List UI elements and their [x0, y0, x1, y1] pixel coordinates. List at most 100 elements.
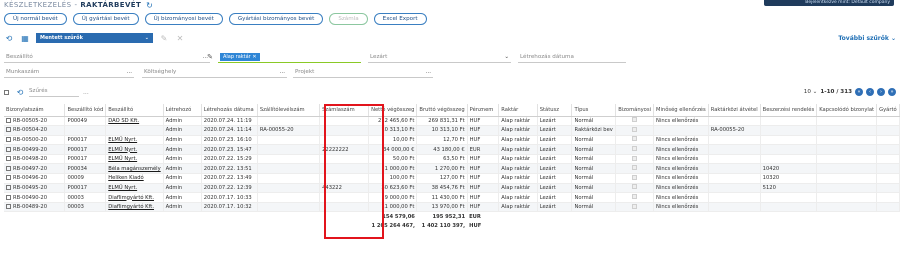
column-header[interactable]: Típus: [571, 104, 617, 117]
supplier-link[interactable]: Heliken Kiadó: [105, 173, 164, 184]
column-header[interactable]: Létrehozás dátuma: [201, 104, 258, 117]
row-checkbox[interactable]: [6, 204, 11, 210]
created-date-filter[interactable]: Létrehozás dátuma: [518, 52, 626, 63]
row-checkbox[interactable]: [6, 146, 11, 152]
doc-number: RB-00489-20: [13, 204, 48, 211]
total-cell: [106, 222, 163, 232]
excel-export-button[interactable]: Excel Export: [373, 13, 427, 25]
row-checkbox[interactable]: [6, 165, 11, 171]
page-size-select[interactable]: 10 ⌄: [804, 89, 818, 95]
supplier-link[interactable]: ELMŰ Nyrt.: [105, 135, 164, 146]
supplier-link[interactable]: DAO SD Kft.: [105, 116, 164, 127]
total-currency: HUF: [469, 223, 482, 230]
supplier-link[interactable]: ELMŰ Nyrt.: [105, 154, 164, 165]
table-row[interactable]: RB-00498-20 P00017 ELMŰ Nyrt. Admin 2020.07.…: [4, 154, 900, 165]
new-normal-receipt-button[interactable]: Új normál bevét: [4, 13, 67, 25]
supplier-link[interactable]: Béla magánszemély: [105, 163, 164, 175]
column-header[interactable]: Bizományosi: [615, 104, 654, 117]
supplier-link[interactable]: Diaflimgyártó Kft.: [105, 192, 164, 203]
prev-page-button[interactable]: ‹: [866, 88, 874, 96]
invoice-button[interactable]: Számla: [329, 13, 368, 25]
column-header[interactable]: Beszállító kód: [64, 104, 107, 117]
table-row[interactable]: RB-00490-20 00003 Diaflimgyártó Kft. Admin 2…: [4, 192, 900, 203]
cell-code: P00017: [64, 183, 107, 194]
row-checkbox[interactable]: [6, 136, 11, 142]
column-header[interactable]: Gyártó: [876, 104, 900, 117]
delete-filter-icon[interactable]: ✕: [175, 33, 185, 43]
table-row[interactable]: RB-00505-20 P00049 DAO SD Kft. Admin 2020.07…: [4, 116, 900, 127]
total-cell: [572, 222, 616, 232]
row-checkbox[interactable]: [6, 184, 11, 190]
edit-icon[interactable]: ✎: [205, 52, 215, 62]
cell-invoice: [319, 202, 370, 213]
row-checkbox[interactable]: [6, 175, 11, 181]
supplier-link[interactable]: Diaflimgyártó Kft.: [105, 202, 164, 213]
column-header[interactable]: Beszállító: [105, 104, 164, 117]
saved-filters-select[interactable]: Mentett szűrők ⌄: [36, 33, 153, 43]
column-header[interactable]: Szállítólevélszám: [257, 104, 321, 117]
table-row[interactable]: RB-00499-20 P00017 ELMŰ Nyrt. Admin 2020.07.…: [4, 144, 900, 155]
column-header[interactable]: Státusz: [537, 104, 573, 117]
supplier-link[interactable]: ELMŰ Nyrt.: [105, 144, 164, 155]
warehouse-tag[interactable]: Alap raktár ✕: [220, 53, 260, 61]
cell-status: Lezárt: [537, 144, 573, 155]
column-header[interactable]: Pénznem: [467, 104, 500, 117]
table-row[interactable]: RB-00495-20 P00017 ELMŰ Nyrt. Admin 2020.07.…: [4, 183, 900, 194]
supplier-link[interactable]: ELMŰ Nyrt.: [105, 183, 164, 194]
calendar-icon[interactable]: ▦: [20, 33, 30, 43]
column-header[interactable]: Minőség ellenőrzés: [653, 104, 709, 117]
column-header[interactable]: Számlaszám: [319, 104, 370, 117]
column-header[interactable]: Beszerzési rendelés: [760, 104, 818, 117]
production-commission-receipt-button[interactable]: Gyártási bizományos bevét: [228, 13, 324, 25]
grid-search-input[interactable]: Szűrés: [29, 88, 79, 97]
column-header[interactable]: Létrehozó: [163, 104, 202, 117]
first-page-button[interactable]: «: [855, 88, 863, 96]
column-header[interactable]: Bizonylatszám: [4, 104, 66, 117]
cost-center-filter[interactable]: Költséghely ...: [142, 67, 287, 78]
edit-filter-icon[interactable]: ✎: [159, 33, 169, 43]
work-number-lookup-icon[interactable]: ...: [127, 67, 132, 77]
column-header[interactable]: Bruttó végösszeg: [416, 104, 468, 117]
status-filter[interactable]: Lezárt ⌄: [368, 52, 511, 63]
chevron-down-icon: ⌄: [504, 54, 509, 60]
supplier-filter[interactable]: Beszállító ...: [4, 52, 210, 63]
table-row[interactable]: RB-00504-20 Admin 2020.07.24. 11:14 RA-0005…: [4, 125, 900, 136]
user-badge[interactable]: Bejelentkezve mint: Default company: [764, 0, 894, 6]
row-checkbox[interactable]: [6, 117, 11, 123]
row-checkbox[interactable]: [6, 156, 11, 162]
breadcrumb[interactable]: KÉSZLETKEZELÉS: [4, 1, 71, 9]
refresh-grid-icon[interactable]: ⟲: [15, 87, 25, 97]
cell-qc: Nincs ellenőrzés: [653, 163, 709, 175]
next-page-button[interactable]: ›: [877, 88, 885, 96]
project-lookup-icon[interactable]: ...: [426, 67, 431, 77]
select-all-checkbox[interactable]: [4, 89, 9, 95]
new-production-receipt-button[interactable]: Új gyártási bevét: [72, 13, 139, 25]
cell-manufacturer: [876, 192, 900, 203]
cell-delivery: [257, 163, 321, 175]
table-row[interactable]: RB-00489-20 00003 Diaflimgyártó Kft. Admin 2…: [4, 202, 900, 213]
column-header[interactable]: Nettó végösszeg: [368, 104, 418, 117]
work-number-filter[interactable]: Munkaszám ...: [4, 67, 134, 78]
row-checkbox[interactable]: [6, 127, 11, 133]
total-cell: [877, 222, 900, 232]
more-filters-link[interactable]: További szűrők ⌄: [838, 35, 896, 42]
project-filter[interactable]: Projekt ...: [293, 67, 433, 78]
new-commission-receipt-button[interactable]: Új bizományosi bevét: [144, 13, 223, 25]
row-checkbox[interactable]: [6, 194, 11, 200]
warehouse-filter[interactable]: Alap raktár ✕: [218, 52, 361, 63]
column-header[interactable]: Kapcsolódó bizonylat: [816, 104, 878, 117]
refresh-icon[interactable]: ↻: [146, 1, 153, 10]
column-header[interactable]: Raktárközi átvétel: [708, 104, 761, 117]
reset-filter-icon[interactable]: ⟲: [4, 33, 14, 43]
column-header[interactable]: Raktár: [498, 104, 538, 117]
last-page-button[interactable]: »: [888, 88, 896, 96]
search-dots[interactable]: ...: [83, 89, 89, 96]
table-row[interactable]: RB-00500-20 P00017 ELMŰ Nyrt. Admin 2020.07.…: [4, 135, 900, 146]
supplier-link[interactable]: [105, 125, 164, 136]
cell-date: 2020.07.23. 15:47: [201, 144, 258, 155]
table-row[interactable]: RB-00496-20 00009 Heliken Kiadó Admin 2020.0…: [4, 173, 900, 184]
total-cell: [616, 212, 654, 222]
commission-checkbox: [632, 194, 638, 200]
cost-center-lookup-icon[interactable]: ...: [280, 67, 285, 77]
table-row[interactable]: RB-00497-20 P00034 Béla magánszemély Admin 2…: [4, 163, 900, 175]
